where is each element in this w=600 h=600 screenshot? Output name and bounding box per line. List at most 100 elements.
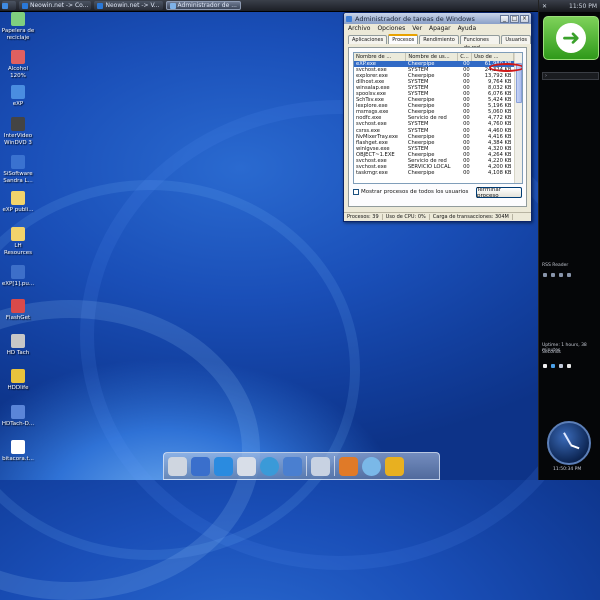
process-user: SERVICIO LOCAL xyxy=(407,163,451,170)
menu-apagar[interactable]: Apagar xyxy=(429,25,451,32)
desktop-icon[interactable]: eXP publi... xyxy=(0,191,36,214)
maximize-button[interactable]: □ xyxy=(510,14,519,23)
firefox-icon[interactable] xyxy=(339,456,358,476)
ie-browser-icon[interactable] xyxy=(214,456,233,476)
sidebar-header: ✕ 11:50 PM xyxy=(539,0,600,12)
rss-open-icon[interactable] xyxy=(567,273,571,277)
analog-clock xyxy=(547,421,591,465)
computer-icon[interactable] xyxy=(191,456,210,476)
desktop-icon[interactable]: LH Resources xyxy=(0,227,36,256)
desktop-icon[interactable]: FlashGet xyxy=(0,299,36,322)
desktop-icon[interactable]: HDTach-D... xyxy=(0,405,36,428)
process-row[interactable]: OBJECT~1.EXE Cheerpipe 00 4,264 KB xyxy=(354,152,514,158)
tab-procesos[interactable]: Procesos xyxy=(388,34,419,44)
process-row[interactable]: taskmgr.exe Cheerpipe 00 4,108 KB xyxy=(354,170,514,176)
taskbar-button-neowin-1[interactable]: Neowin.net -> Co... xyxy=(19,1,92,10)
checkbox-box[interactable] xyxy=(353,189,359,195)
display-icon[interactable] xyxy=(283,456,302,476)
dock xyxy=(163,452,440,480)
process-list[interactable]: Nombre de ... Nombre de us... C... Uso d… xyxy=(353,52,523,184)
process-user: Cheerpipe xyxy=(407,169,435,176)
menu-opciones[interactable]: Opciones xyxy=(377,25,405,32)
printer-icon[interactable] xyxy=(168,456,187,476)
sandra-icon xyxy=(11,155,25,169)
process-row[interactable]: svchost.exe Servicio de red 00 4,220 KB xyxy=(354,158,514,164)
sidebar-close-icon[interactable]: ✕ xyxy=(542,3,547,10)
hddlife-icon xyxy=(11,369,25,383)
tool-disc-icon[interactable] xyxy=(567,364,571,368)
column-header-cpu[interactable]: C... xyxy=(457,53,473,61)
column-header-mem-usage[interactable]: Uso de ... xyxy=(471,53,514,61)
process-row[interactable]: svchost.exe SERVICIO LOCAL 00 4,200 KB xyxy=(354,164,514,170)
xp-icon xyxy=(11,85,25,99)
menu-ayuda[interactable]: Ayuda xyxy=(458,25,477,32)
dock-separator xyxy=(306,456,307,476)
column-header-user-name[interactable]: Nombre de us... xyxy=(405,53,459,61)
tab-rendimiento[interactable]: Rendimiento xyxy=(419,35,459,44)
desktop-icon-label: HD Tach xyxy=(6,350,30,356)
rss-prev-icon[interactable] xyxy=(543,273,547,277)
desktop-icon[interactable]: eXP[1].pu... xyxy=(0,265,36,288)
close-button[interactable]: × xyxy=(520,14,529,23)
status-processes: Procesos: 39 xyxy=(344,214,383,220)
desktop-icon-label: eXP xyxy=(12,101,24,107)
vertical-scrollbar[interactable] xyxy=(514,53,522,183)
menu-archivo[interactable]: Archivo xyxy=(348,25,370,32)
dock-separator xyxy=(334,456,335,476)
tool-media-icon[interactable] xyxy=(559,364,563,368)
start-button[interactable] xyxy=(2,1,16,10)
task-manager-titlebar[interactable]: Administrador de tareas de Windows _ □ × xyxy=(344,13,531,24)
taskbar-button-neowin-2[interactable]: Neowin.net -> V... xyxy=(94,1,163,10)
trash-icon[interactable] xyxy=(237,456,256,476)
media-player-icon[interactable] xyxy=(260,456,279,476)
red-highlight-circle xyxy=(489,63,522,72)
clock-hour-hand xyxy=(570,444,580,449)
desktop-icon-label: FlashGet xyxy=(5,315,31,321)
menu-ver[interactable]: Ver xyxy=(412,25,422,32)
end-process-button[interactable]: Terminar proceso xyxy=(476,187,522,199)
rss-reader-label: RSS Reader xyxy=(542,263,569,268)
hdtach-icon xyxy=(11,334,25,348)
xp-file-icon xyxy=(11,265,25,279)
show-all-users-checkbox[interactable]: Mostrar procesos de todos los usuarios xyxy=(353,189,468,195)
desktop-icon-label: HDTach-D... xyxy=(1,421,35,427)
tab-aplicaciones[interactable]: Aplicaciones xyxy=(348,35,388,44)
desktop-icon[interactable]: HD Tach xyxy=(0,334,36,357)
alcohol-icon xyxy=(11,50,25,64)
minimize-button[interactable]: _ xyxy=(500,14,509,23)
rss-next-icon[interactable] xyxy=(551,273,555,277)
sidebar: ✕ 11:50 PM ➜ › RSS Reader Uptime: 1 hour… xyxy=(538,0,600,480)
menu-bar: Archivo Opciones Ver Apagar Ayuda xyxy=(344,24,531,33)
windvd-icon xyxy=(11,117,25,131)
desktop-icon[interactable]: Alcohol 120% xyxy=(0,50,36,79)
process-cpu: 00 xyxy=(463,169,470,176)
taskbar-button-taskmanager[interactable]: Administrador de ... xyxy=(165,1,241,10)
desktop-icon[interactable]: HDDlife xyxy=(0,369,36,392)
desktop-icon[interactable]: bitacora.t... xyxy=(0,440,36,463)
process-memory: 4,108 KB xyxy=(488,169,512,176)
rss-refresh-icon[interactable] xyxy=(559,273,563,277)
top-taskbar: Neowin.net -> Co... Neowin.net -> V... A… xyxy=(0,0,538,12)
messenger-icon[interactable] xyxy=(385,456,404,476)
desktop-icon[interactable]: SiSoftware Sandra L... xyxy=(0,155,36,184)
tool-folder-icon[interactable] xyxy=(551,364,555,368)
column-header-image-name[interactable]: Nombre de ... xyxy=(354,53,407,61)
desktop-icon[interactable]: InterVideo WinDVD 3 xyxy=(0,117,36,146)
desktop-icon-label: InterVideo WinDVD 3 xyxy=(3,133,33,146)
user-icon[interactable] xyxy=(311,456,330,476)
tab-usuarios[interactable]: Usuarios xyxy=(501,35,531,44)
itunes-icon[interactable] xyxy=(362,456,381,476)
status-bar: Procesos: 39 Uso de CPU: 0% Carga de tra… xyxy=(344,212,531,221)
tab-funciones-de-red[interactable]: Funciones de red xyxy=(459,35,501,51)
green-arrow-gadget[interactable]: ➜ xyxy=(543,16,599,60)
process-row[interactable]: NvMixerTray.exe Cheerpipe 00 4,416 KB xyxy=(354,134,514,140)
checkbox-label: Mostrar procesos de todos los usuarios xyxy=(361,189,469,195)
tool-doc-icon[interactable] xyxy=(543,364,547,368)
sidebar-search-input[interactable]: › xyxy=(542,72,599,80)
process-row[interactable]: flashget.exe Cheerpipe 00 4,384 KB xyxy=(354,140,514,146)
recycle-bin-icon xyxy=(11,12,25,26)
folder-icon xyxy=(11,191,25,205)
desktop-icon[interactable]: Papelera de reciclaje xyxy=(0,12,36,41)
desktop-icon[interactable]: eXP xyxy=(0,85,36,108)
processes-panel: Nombre de ... Nombre de us... C... Uso d… xyxy=(348,47,527,207)
